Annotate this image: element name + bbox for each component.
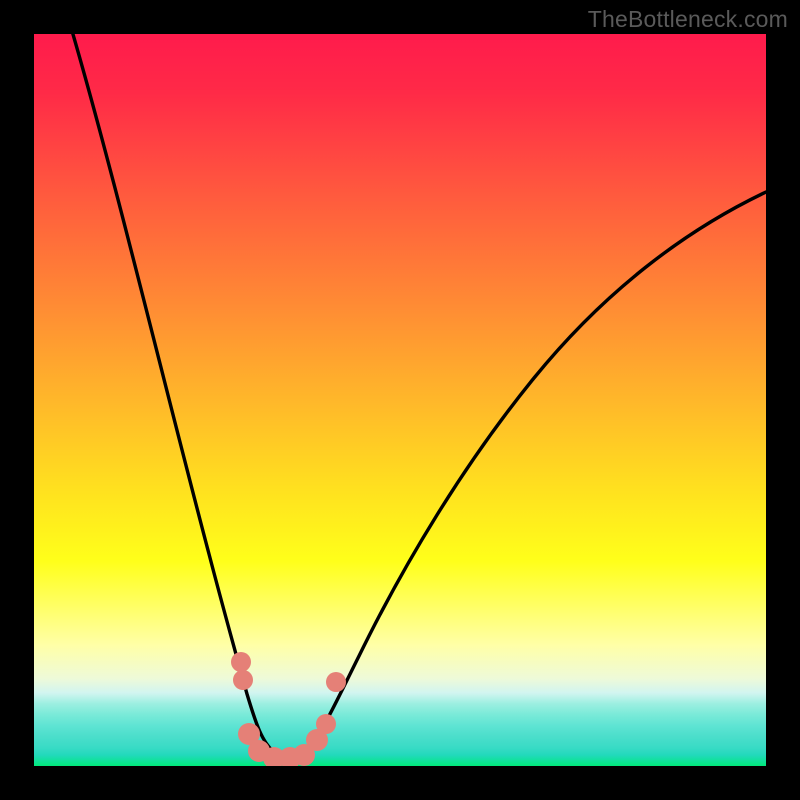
chart-frame: TheBottleneck.com <box>0 0 800 800</box>
bottleneck-curve <box>34 34 766 766</box>
highlight-dots <box>231 652 346 766</box>
plot-area <box>34 34 766 766</box>
watermark-text: TheBottleneck.com <box>588 6 788 33</box>
